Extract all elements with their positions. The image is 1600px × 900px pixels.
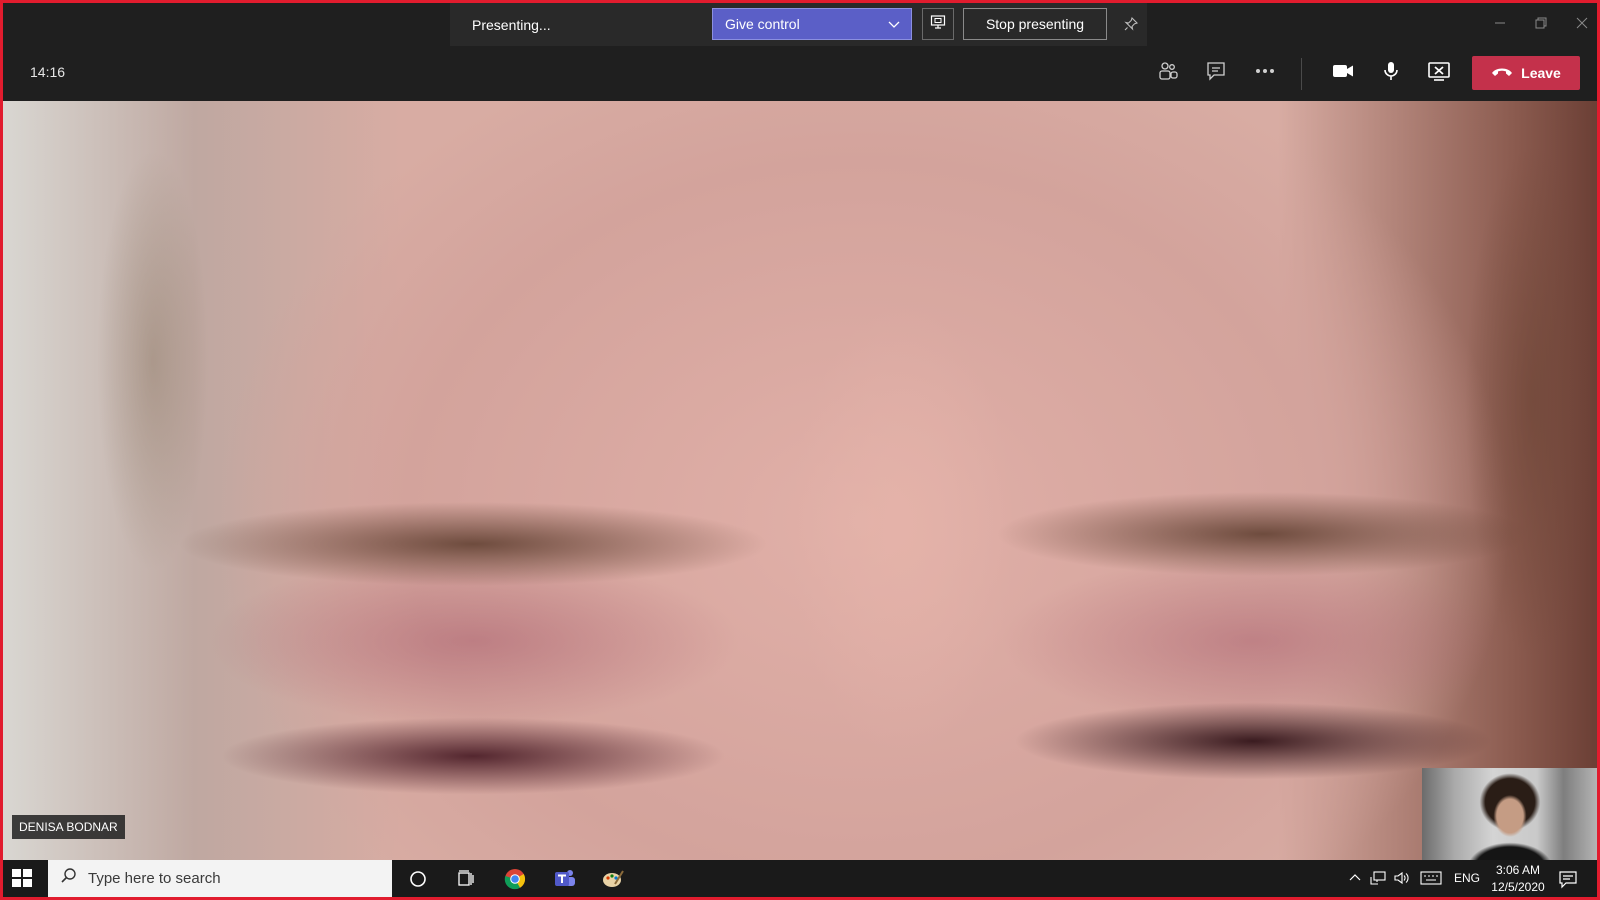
- presenting-status: Presenting...: [472, 16, 551, 33]
- keyboard-icon: [1420, 871, 1442, 885]
- task-view-icon: [458, 870, 474, 886]
- more-icon: [1254, 60, 1276, 87]
- give-control-label: Give control: [725, 16, 800, 32]
- chrome-icon: [504, 869, 526, 890]
- volume-icon: [1394, 871, 1409, 885]
- meeting-timer: 14:16: [30, 64, 66, 80]
- presenting-toolbar: Presenting... Give control Stop presenti…: [450, 3, 1147, 46]
- paint-taskbar-button[interactable]: [600, 866, 626, 892]
- mic-icon: [1380, 60, 1402, 87]
- teams-icon: [555, 870, 575, 886]
- start-button[interactable]: [11, 868, 35, 890]
- search-icon: [60, 867, 78, 890]
- pin-icon[interactable]: [1123, 16, 1139, 37]
- people-icon: [1157, 60, 1179, 87]
- touch-keyboard-button[interactable]: [1419, 868, 1443, 888]
- volume-button[interactable]: [1393, 868, 1411, 888]
- windows-logo-icon: [12, 869, 32, 887]
- presenter-video: [3, 101, 1597, 860]
- search-placeholder: Type here to search: [88, 870, 221, 887]
- action-center-button[interactable]: [1557, 868, 1579, 890]
- share-tray-button[interactable]: [1425, 59, 1453, 87]
- network-button[interactable]: [1369, 868, 1387, 888]
- camera-icon: [1331, 60, 1355, 87]
- microphone-toggle-button[interactable]: [1377, 59, 1405, 87]
- toolbar-divider: [1301, 58, 1302, 90]
- give-control-dropdown[interactable]: Give control: [712, 8, 912, 40]
- leave-button[interactable]: Leave: [1472, 56, 1580, 90]
- teams-window: Presenting... Give control Stop presenti…: [3, 3, 1597, 897]
- leave-label: Leave: [1521, 65, 1561, 81]
- close-window-button[interactable]: [1572, 13, 1592, 33]
- chevron-down-icon: [887, 17, 901, 34]
- restore-button[interactable]: [1531, 13, 1551, 33]
- video-detail-left: [63, 101, 243, 701]
- network-icon: [1370, 871, 1386, 885]
- phone-icon: [1491, 65, 1513, 81]
- notifications-icon: [1559, 871, 1577, 889]
- chat-button[interactable]: [1202, 59, 1230, 87]
- paint-palette-icon: [603, 870, 624, 887]
- participants-button[interactable]: [1154, 59, 1182, 87]
- input-language[interactable]: ENG: [1454, 871, 1480, 885]
- meeting-controls-bar: 14:16 Leave: [3, 46, 1597, 101]
- chat-icon: [1205, 60, 1227, 87]
- windows-taskbar: Type here to search ENG 3:06 AM 12/5/202…: [3, 860, 1597, 897]
- share-screen-button[interactable]: [922, 8, 954, 40]
- self-view-video[interactable]: [1422, 768, 1597, 863]
- show-hidden-icons-button[interactable]: [1347, 868, 1363, 888]
- stop-presenting-button[interactable]: Stop presenting: [963, 8, 1107, 40]
- share-screen-icon: [930, 14, 946, 35]
- taskbar-clock[interactable]: 3:06 AM 12/5/2020: [1483, 862, 1553, 896]
- participant-name-tag: DENISA BODNAR: [12, 815, 125, 839]
- cortana-button[interactable]: [405, 866, 431, 892]
- share-tray-icon: [1427, 60, 1451, 87]
- clock-date: 12/5/2020: [1491, 880, 1545, 894]
- camera-toggle-button[interactable]: [1329, 59, 1357, 87]
- cortana-icon: [410, 871, 426, 887]
- minimize-button[interactable]: [1490, 13, 1510, 33]
- clock-time: 3:06 AM: [1495, 863, 1541, 877]
- chrome-taskbar-button[interactable]: [502, 866, 528, 892]
- task-view-button[interactable]: [453, 866, 479, 892]
- video-detail-right: [1423, 101, 1597, 801]
- chevron-up-icon: [1349, 874, 1361, 881]
- taskbar-search-box[interactable]: Type here to search: [48, 860, 392, 897]
- teams-taskbar-button[interactable]: [552, 866, 578, 892]
- more-actions-button[interactable]: [1251, 59, 1279, 87]
